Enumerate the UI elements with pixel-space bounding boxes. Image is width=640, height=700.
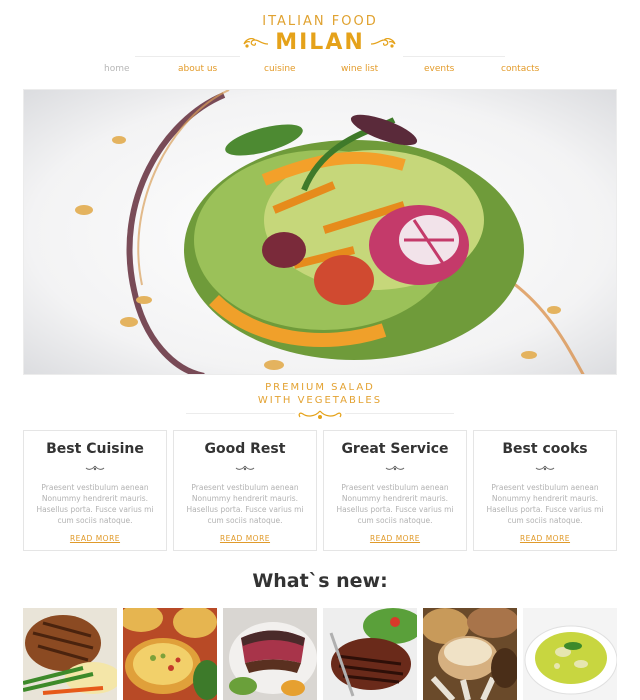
- nav-events[interactable]: events: [424, 64, 454, 74]
- nav-contacts[interactable]: contacts: [501, 64, 539, 74]
- hero-caption-line2: WITH VEGETABLES: [257, 395, 383, 406]
- site-logo[interactable]: ITALIAN FOOD MILAN: [0, 12, 640, 60]
- hero-salad-image: [24, 90, 616, 374]
- feature-card: Good Rest Praesent vestibulum aenean Non…: [173, 430, 317, 551]
- logo-ornament-right-icon: [370, 38, 396, 48]
- feature-text: Praesent vestibulum aenean Nonummy hendr…: [336, 483, 454, 525]
- gallery-thumb-soup[interactable]: [523, 608, 617, 700]
- hero-caption-line1: PREMIUM SALAD: [265, 382, 375, 393]
- feature-title: Best cooks: [502, 441, 588, 457]
- divider-ornament-icon: [385, 465, 405, 471]
- feature-card: Best cooks Praesent vestibulum aenean No…: [473, 430, 617, 551]
- features-row: Best Cuisine Praesent vestibulum aenean …: [23, 430, 617, 551]
- gallery-thumb-seared-tuna[interactable]: [223, 608, 317, 700]
- feature-card: Best Cuisine Praesent vestibulum aenean …: [23, 430, 167, 551]
- soup-icon: [523, 608, 617, 700]
- divider-ornament-icon: [85, 465, 105, 471]
- muffins-icon: [423, 608, 517, 700]
- nav-cuisine[interactable]: cuisine: [264, 64, 296, 74]
- read-more-link[interactable]: READ MORE: [520, 534, 570, 543]
- logo-rule-right: [403, 56, 505, 57]
- hero-slider[interactable]: [23, 89, 617, 375]
- whats-new-heading: What`s new:: [252, 570, 388, 592]
- gallery-thumb-steak[interactable]: [323, 608, 417, 700]
- feature-title: Great Service: [341, 441, 449, 457]
- main-nav: home about us cuisine wine list events c…: [0, 64, 640, 78]
- nav-wine-list[interactable]: wine list: [341, 64, 378, 74]
- feature-text: Praesent vestibulum aenean Nonummy hendr…: [36, 483, 154, 525]
- read-more-link[interactable]: READ MORE: [220, 534, 270, 543]
- gallery-thumb-quiche[interactable]: [123, 608, 217, 700]
- feature-title: Good Rest: [204, 441, 286, 457]
- feature-card: Great Service Praesent vestibulum aenean…: [323, 430, 467, 551]
- logo-subtitle: ITALIAN FOOD: [262, 14, 378, 29]
- whats-new-gallery: [23, 608, 617, 700]
- quiche-icon: [123, 608, 217, 700]
- read-more-link[interactable]: READ MORE: [370, 534, 420, 543]
- divider-ornament-icon: [235, 465, 255, 471]
- logo-brand: MILAN: [275, 30, 365, 55]
- feature-title: Best Cuisine: [46, 441, 144, 457]
- logo-rule-left: [135, 56, 240, 57]
- grilled-chicken-icon: [23, 608, 117, 700]
- hero-caption: PREMIUM SALAD WITH VEGETABLES: [0, 381, 640, 407]
- nav-about-us[interactable]: about us: [178, 64, 217, 74]
- steak-icon: [323, 608, 417, 700]
- feature-text: Praesent vestibulum aenean Nonummy hendr…: [186, 483, 304, 525]
- divider-ornament-icon: [535, 465, 555, 471]
- read-more-link[interactable]: READ MORE: [70, 534, 120, 543]
- seared-tuna-icon: [223, 608, 317, 700]
- feature-text: Praesent vestibulum aenean Nonummy hendr…: [486, 483, 604, 525]
- gallery-thumb-grilled-chicken[interactable]: [23, 608, 117, 700]
- nav-home[interactable]: home: [104, 64, 130, 74]
- gallery-thumb-muffins[interactable]: [423, 608, 517, 700]
- caption-ornament-icon: [295, 409, 345, 421]
